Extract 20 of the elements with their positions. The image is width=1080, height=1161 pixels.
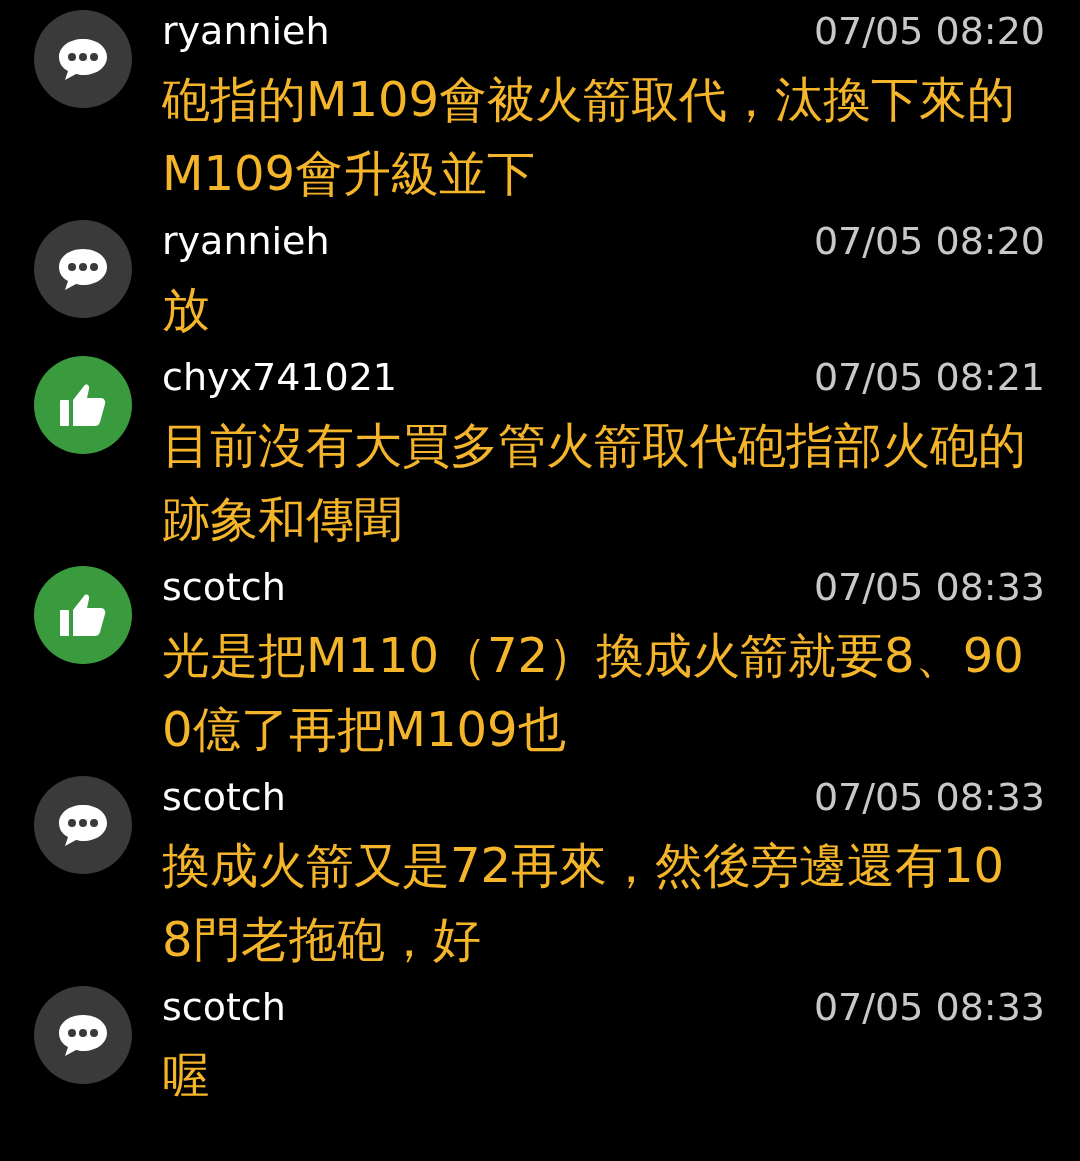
username: ryannieh	[162, 219, 330, 263]
comment-text: 光是把M110（72）換成火箭就要8、900億了再把M109也	[162, 626, 1025, 759]
comment-text: 砲指的M109會被火箭取代，汰換下來的M109會升級並下	[162, 70, 1017, 203]
username: scotch	[162, 775, 286, 819]
timestamp: 07/05 08:20	[813, 9, 1045, 53]
thumbs-up-icon	[58, 592, 108, 638]
timestamp: 07/05 08:33	[813, 775, 1045, 819]
comment-text: 喔	[162, 1046, 211, 1105]
comment-text: 目前沒有大買多管火箭取代砲指部火砲的跡象和傳聞	[162, 416, 1027, 549]
username: ryannieh	[162, 9, 330, 53]
username: chyx741021	[162, 355, 397, 399]
username: scotch	[162, 565, 286, 609]
comment-text: 換成火箭又是72再來，然後旁邊還有108門老拖砲，好	[162, 836, 1006, 969]
timestamp: 07/05 08:33	[813, 565, 1045, 609]
username: scotch	[162, 985, 286, 1029]
thumbs-up-icon	[58, 382, 108, 428]
timestamp: 07/05 08:20	[813, 219, 1045, 263]
timestamp: 07/05 08:33	[813, 985, 1045, 1029]
comment-text: 放	[162, 280, 211, 339]
timestamp: 07/05 08:21	[813, 355, 1045, 399]
